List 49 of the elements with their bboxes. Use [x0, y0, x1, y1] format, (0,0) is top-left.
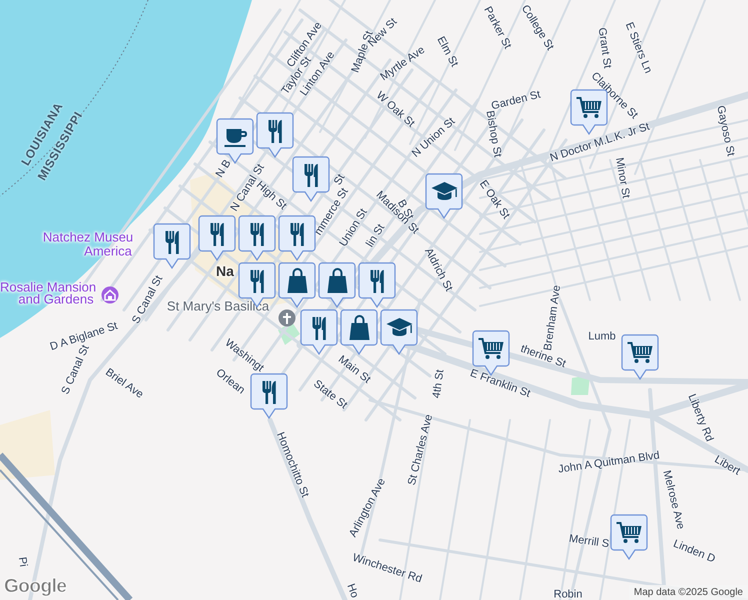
shopping-pin[interactable]: [278, 262, 316, 308]
street-label: S Canal St: [130, 274, 166, 326]
place-label: America: [84, 244, 132, 258]
street-label: Linden D: [672, 538, 716, 566]
street-label: Pi: [16, 556, 28, 568]
cross-icon[interactable]: [278, 309, 296, 327]
restaurant-pin[interactable]: [292, 156, 330, 202]
shopping-pin[interactable]: [340, 309, 378, 355]
street-label: Merrill S: [568, 534, 610, 550]
street-label: Liberty Rd: [686, 392, 714, 444]
street-label: Bishop St: [484, 110, 502, 158]
place-label: St Mary's Basilica: [166, 300, 270, 312]
place-label: Na: [216, 264, 234, 278]
restaurant-pin[interactable]: [250, 373, 288, 419]
street-label: Grant St: [596, 26, 612, 70]
street-label: Gayoso St: [714, 104, 736, 158]
street-label: Ho: [344, 582, 360, 600]
museum-icon[interactable]: [101, 286, 119, 304]
place-label: Rosalie Mansion: [0, 280, 96, 294]
restaurant-pin[interactable]: [238, 215, 276, 261]
street-label: St Charles Ave: [406, 413, 436, 487]
street-label: Elm St: [434, 35, 460, 69]
restaurant-pin[interactable]: [256, 112, 294, 158]
street-label: E Stiers Ln: [622, 21, 654, 75]
street-label: 4th St: [432, 369, 446, 399]
school-pin[interactable]: [425, 173, 463, 219]
google-logo[interactable]: Google: [4, 576, 66, 598]
restaurant-pin[interactable]: [278, 215, 316, 261]
street-label: St: [332, 172, 348, 188]
restaurant-pin[interactable]: [300, 309, 338, 355]
district-area: [0, 410, 55, 480]
restaurant-pin[interactable]: [198, 215, 236, 261]
school-pin[interactable]: [380, 309, 418, 355]
restaurant-pin[interactable]: [358, 262, 396, 308]
grocery-pin[interactable]: [610, 514, 648, 560]
restaurant-pin[interactable]: [153, 223, 191, 269]
street-label: N B: [214, 158, 234, 180]
street-label: Melrose Ave: [660, 469, 686, 531]
street-label: John A Quitman Blvd: [558, 450, 660, 476]
street-label: Minor St: [613, 156, 631, 200]
street-label: lin St: [364, 222, 388, 250]
street-label: W Oak St: [374, 90, 416, 130]
street-label: Briel Ave: [103, 367, 145, 401]
street-label: Garden St: [490, 90, 542, 112]
street-label: Robin: [554, 590, 582, 600]
shopping-pin[interactable]: [318, 262, 356, 308]
grocery-pin[interactable]: [621, 334, 659, 380]
park-area: [571, 375, 590, 395]
street-label: Lumb: [588, 332, 616, 342]
